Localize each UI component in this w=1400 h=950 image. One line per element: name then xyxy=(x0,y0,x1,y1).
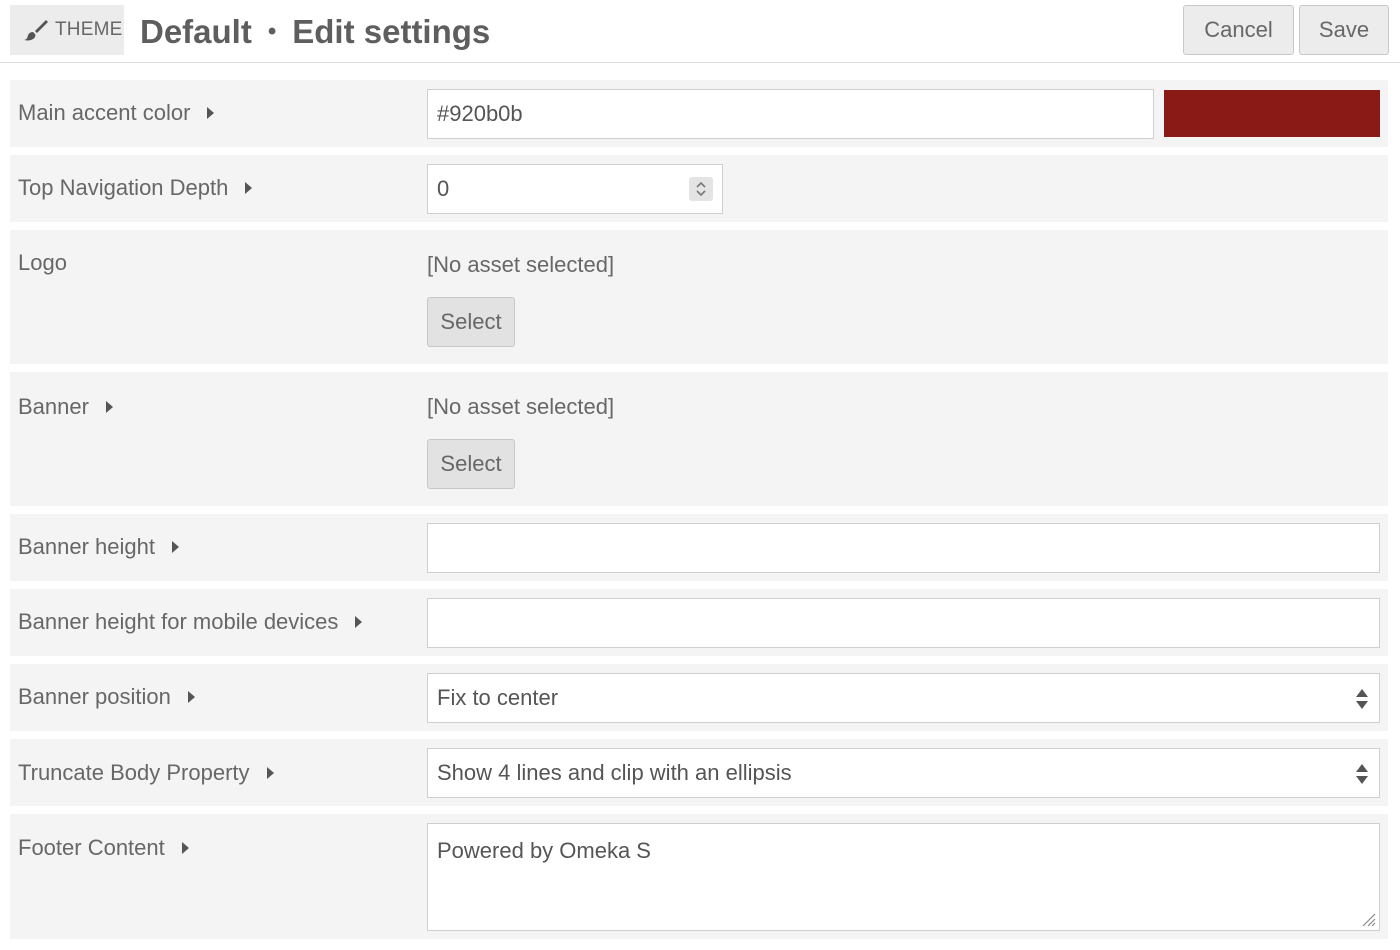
field-label-wrap: Logo xyxy=(18,250,67,276)
caret-right-icon[interactable] xyxy=(244,181,253,195)
number-spinner-icon[interactable] xyxy=(689,177,713,201)
banner-height-mobile-input[interactable] xyxy=(427,598,1380,648)
theme-label: THEME xyxy=(55,19,123,40)
field-footer-content: Footer Content Powered by Omeka S xyxy=(10,814,1388,939)
field-truncate-body-property: Truncate Body Property Show 4 lines and … xyxy=(10,739,1388,806)
caret-right-icon[interactable] xyxy=(105,400,114,414)
truncate-body-select[interactable]: Show 4 lines and clip with an ellipsis xyxy=(427,748,1380,798)
cancel-button[interactable]: Cancel xyxy=(1183,5,1294,55)
field-label: Top Navigation Depth xyxy=(18,175,229,200)
caret-right-icon[interactable] xyxy=(266,766,275,780)
field-label-wrap[interactable]: Footer Content xyxy=(18,835,190,861)
caret-right-icon[interactable] xyxy=(354,615,363,629)
banner-asset-status: [No asset selected] xyxy=(427,394,615,419)
field-banner-position: Banner position Fix to center xyxy=(10,664,1388,731)
caret-right-icon[interactable] xyxy=(206,106,215,120)
field-label-wrap[interactable]: Main accent color xyxy=(18,100,215,126)
logo-asset-status: [No asset selected] xyxy=(427,252,615,277)
field-label-wrap[interactable]: Banner xyxy=(18,394,114,420)
field-label: Main accent color xyxy=(18,100,191,125)
field-label: Logo xyxy=(18,250,67,275)
select-updown-icon xyxy=(1356,764,1368,784)
field-label-wrap[interactable]: Banner height for mobile devices xyxy=(18,609,363,635)
field-label: Banner height for mobile devices xyxy=(18,609,339,634)
color-swatch[interactable] xyxy=(1164,90,1380,137)
field-main-accent-color: Main accent color #920b0b xyxy=(10,80,1388,147)
field-label-wrap[interactable]: Banner height xyxy=(18,534,180,560)
field-label-wrap[interactable]: Top Navigation Depth xyxy=(18,175,253,201)
page-subtitle: Edit settings xyxy=(292,13,491,50)
field-label: Banner height xyxy=(18,534,155,559)
field-top-navigation-depth: Top Navigation Depth 0 xyxy=(10,155,1388,222)
title-separator: • xyxy=(267,18,277,45)
banner-select-button[interactable]: Select xyxy=(427,439,515,489)
field-banner-height: Banner height xyxy=(10,514,1388,581)
field-label: Truncate Body Property xyxy=(18,760,250,785)
textarea-value: Powered by Omeka S xyxy=(437,838,651,863)
footer-content-textarea[interactable]: Powered by Omeka S xyxy=(427,823,1380,931)
banner-height-input[interactable] xyxy=(427,523,1380,573)
page-header: THEME Default • Edit settings Cancel Sav… xyxy=(0,0,1400,63)
caret-right-icon[interactable] xyxy=(187,690,196,704)
select-updown-icon xyxy=(1356,689,1368,709)
paintbrush-icon xyxy=(24,20,48,41)
selected-option: Show 4 lines and clip with an ellipsis xyxy=(437,760,792,785)
caret-right-icon[interactable] xyxy=(171,540,180,554)
theme-badge: THEME xyxy=(10,5,124,55)
logo-select-button[interactable]: Select xyxy=(427,297,515,347)
nav-depth-value: 0 xyxy=(437,176,450,201)
field-label: Banner position xyxy=(18,684,171,709)
selected-option: Fix to center xyxy=(437,685,559,710)
accent-color-input[interactable]: #920b0b xyxy=(427,89,1154,139)
caret-right-icon[interactable] xyxy=(181,841,190,855)
field-banner: Banner [No asset selected] Select xyxy=(10,372,1388,506)
page-title: Default • Edit settings xyxy=(140,10,490,54)
field-logo: Logo [No asset selected] Select xyxy=(10,230,1388,364)
resize-handle-icon[interactable] xyxy=(1360,911,1376,927)
nav-depth-number-input[interactable]: 0 xyxy=(427,164,723,214)
field-label-wrap[interactable]: Banner position xyxy=(18,684,196,710)
theme-name: Default xyxy=(140,13,252,50)
banner-position-select[interactable]: Fix to center xyxy=(427,673,1380,723)
field-label: Banner xyxy=(18,394,89,419)
field-label-wrap[interactable]: Truncate Body Property xyxy=(18,760,275,786)
field-label: Footer Content xyxy=(18,835,165,860)
field-banner-height-mobile: Banner height for mobile devices xyxy=(10,589,1388,656)
save-button[interactable]: Save xyxy=(1299,5,1389,55)
